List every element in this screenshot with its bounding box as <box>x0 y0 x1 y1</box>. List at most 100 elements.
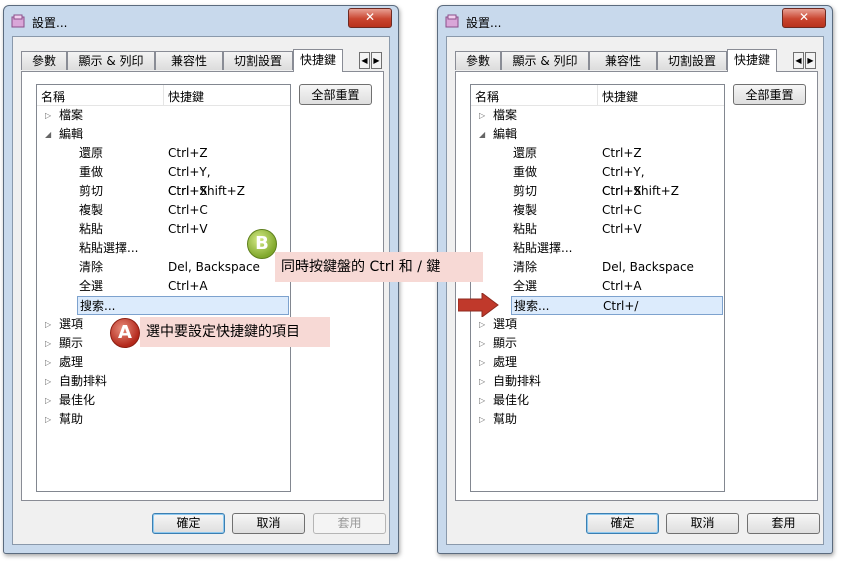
tab-cutting-settings[interactable]: 切割設置 <box>657 51 727 70</box>
item-name: 最佳化 <box>59 393 96 407</box>
expand-triangle-icon[interactable]: ▷ <box>45 315 51 334</box>
tree-item[interactable]: 粘貼選擇... <box>471 239 724 258</box>
tree-item[interactable]: 全選 Ctrl+A <box>37 277 290 296</box>
tree-category[interactable]: ▷ 自動排料 <box>471 372 724 391</box>
shortcut-list[interactable]: 名稱 快捷鍵 ▷ 檔案 ◢ 編輯還原 Ctrl+Z 重做 Ctrl+Y, Ctrl+Shif… <box>470 84 725 492</box>
item-name: 檔案 <box>59 108 84 122</box>
item-name: 編輯 <box>493 127 518 141</box>
tree-category[interactable]: ▷ 自動排料 <box>37 372 290 391</box>
item-shortcut: Ctrl+Z <box>602 146 642 160</box>
expand-triangle-icon[interactable]: ▷ <box>479 353 485 372</box>
item-name: 選項 <box>59 317 84 331</box>
tree-item[interactable]: 清除 Del, Backspace <box>37 258 290 277</box>
app-icon <box>445 14 459 28</box>
apply-button[interactable]: 套用 <box>747 513 820 534</box>
tab-shortcuts[interactable]: 快捷鍵 <box>727 49 777 72</box>
tree-item[interactable]: 搜索... <box>77 296 289 315</box>
expand-triangle-icon[interactable]: ▷ <box>479 391 485 410</box>
tree-item[interactable]: 搜索... Ctrl+/ <box>511 296 723 315</box>
item-name: 搜索... <box>80 299 116 313</box>
expand-triangle-icon[interactable]: ▷ <box>479 372 485 391</box>
tree-item[interactable]: 剪切 Ctrl+X <box>471 182 724 201</box>
shortcut-list[interactable]: 名稱 快捷鍵 ▷ 檔案 ◢ 編輯 還原 Ctrl+Z 重做 Ctrl+Y, Ctrl+Shif… <box>36 84 291 492</box>
tab-compatibility[interactable]: 兼容性 <box>589 51 657 70</box>
tree-item[interactable]: 全選 Ctrl+A <box>471 277 724 296</box>
tab-strip: 參數 顯示 & 列印 兼容性 切割設置 快捷鍵 ◀ ▶ <box>455 49 817 72</box>
expand-triangle-icon[interactable]: ▷ <box>479 410 485 429</box>
collapse-triangle-icon[interactable]: ◢ <box>45 125 51 144</box>
item-name: 清除 <box>513 260 538 274</box>
right-arrow-icon <box>458 293 499 317</box>
column-header-shortcut[interactable]: 快捷鍵 <box>602 88 638 105</box>
tab-cutting-settings[interactable]: 切割設置 <box>223 51 293 70</box>
collapse-triangle-icon[interactable]: ◢ <box>479 125 485 144</box>
tree-item[interactable]: 還原 Ctrl+Z <box>471 144 724 163</box>
tree-category[interactable]: ▷ 檔案 <box>471 106 724 125</box>
column-header-name[interactable]: 名稱 <box>475 88 499 105</box>
item-name: 還原 <box>79 146 104 160</box>
expand-triangle-icon[interactable]: ▷ <box>45 334 51 353</box>
reset-all-button[interactable]: 全部重置 <box>733 84 806 105</box>
tab-scroll-arrows: ◀ ▶ <box>359 52 383 69</box>
column-separator[interactable] <box>163 85 164 105</box>
cancel-button[interactable]: 取消 <box>232 513 305 534</box>
expand-triangle-icon[interactable]: ▷ <box>479 315 485 334</box>
tree-category[interactable]: ▷ 選項 <box>471 315 724 334</box>
tab-parameters[interactable]: 參數 <box>21 51 67 70</box>
item-name: 顯示 <box>493 336 518 350</box>
tree-category[interactable]: ▷ 最佳化 <box>471 391 724 410</box>
settings-dialog-after: 設置... ✕ 參數 顯示 & 列印 兼容性 切割設置 快捷鍵 ◀ ▶ 名稱 快… <box>437 5 833 554</box>
close-button[interactable]: ✕ <box>348 8 392 28</box>
callout-a-text: 選中要設定快捷鍵的項目 <box>140 317 330 347</box>
tree-category[interactable]: ▷ 顯示 <box>471 334 724 353</box>
expand-triangle-icon[interactable]: ▷ <box>45 106 51 125</box>
column-header-name[interactable]: 名稱 <box>41 88 65 105</box>
tree-item[interactable]: 重做 Ctrl+Y, Ctrl+Shift+Z <box>471 163 724 198</box>
item-name: 最佳化 <box>493 393 530 407</box>
callout-b-badge: B <box>247 229 277 259</box>
tree-item[interactable]: 重做 Ctrl+Y, Ctrl+Shift+Z <box>37 163 290 198</box>
tree-category[interactable]: ◢ 編輯 <box>471 125 724 144</box>
expand-triangle-icon[interactable]: ▷ <box>45 391 51 410</box>
tree-category[interactable]: ▷ 檔案 <box>37 106 290 125</box>
item-name: 自動排料 <box>493 374 542 388</box>
expand-triangle-icon[interactable]: ▷ <box>479 334 485 353</box>
tab-scroll-right-icon[interactable]: ▶ <box>805 52 816 69</box>
tree-item[interactable]: 剪切 Ctrl+X <box>37 182 290 201</box>
item-shortcut: Ctrl+X <box>168 184 208 198</box>
tree-category[interactable]: ▷ 處理 <box>471 353 724 372</box>
column-header-shortcut[interactable]: 快捷鍵 <box>168 88 204 105</box>
cancel-button[interactable]: 取消 <box>666 513 739 534</box>
apply-button[interactable]: 套用 <box>313 513 386 534</box>
tab-parameters[interactable]: 參數 <box>455 51 501 70</box>
tab-strip: 參數 顯示 & 列印 兼容性 切割設置 快捷鍵 ◀ ▶ <box>21 49 383 72</box>
tree-item[interactable]: 清除 Del, Backspace <box>471 258 724 277</box>
tree-category[interactable]: ▷ 最佳化 <box>37 391 290 410</box>
reset-all-button[interactable]: 全部重置 <box>299 84 372 105</box>
ok-button[interactable]: 確定 <box>152 513 225 534</box>
expand-triangle-icon[interactable]: ▷ <box>45 372 51 391</box>
column-separator[interactable] <box>597 85 598 105</box>
tree-item[interactable]: 粘貼 Ctrl+V <box>471 220 724 239</box>
item-name: 粘貼 <box>79 222 104 236</box>
tree-category[interactable]: ▷ 幫助 <box>471 410 724 429</box>
tab-display-print[interactable]: 顯示 & 列印 <box>67 51 155 70</box>
close-button[interactable]: ✕ <box>782 8 826 28</box>
item-name: 幫助 <box>493 412 518 426</box>
tab-scroll-left-icon[interactable]: ◀ <box>359 52 370 69</box>
ok-button[interactable]: 確定 <box>586 513 659 534</box>
tab-scroll-right-icon[interactable]: ▶ <box>371 52 382 69</box>
expand-triangle-icon[interactable]: ▷ <box>45 410 51 429</box>
tree-category[interactable]: ▷ 處理 <box>37 353 290 372</box>
tab-shortcuts[interactable]: 快捷鍵 <box>293 49 343 72</box>
tree-item[interactable]: 複製 Ctrl+C <box>37 201 290 220</box>
expand-triangle-icon[interactable]: ▷ <box>45 353 51 372</box>
tab-display-print[interactable]: 顯示 & 列印 <box>501 51 589 70</box>
tab-scroll-left-icon[interactable]: ◀ <box>793 52 804 69</box>
expand-triangle-icon[interactable]: ▷ <box>479 106 485 125</box>
tree-category[interactable]: ◢ 編輯 <box>37 125 290 144</box>
tree-item[interactable]: 還原 Ctrl+Z <box>37 144 290 163</box>
tree-item[interactable]: 複製 Ctrl+C <box>471 201 724 220</box>
tree-category[interactable]: ▷ 幫助 <box>37 410 290 429</box>
tab-compatibility[interactable]: 兼容性 <box>155 51 223 70</box>
